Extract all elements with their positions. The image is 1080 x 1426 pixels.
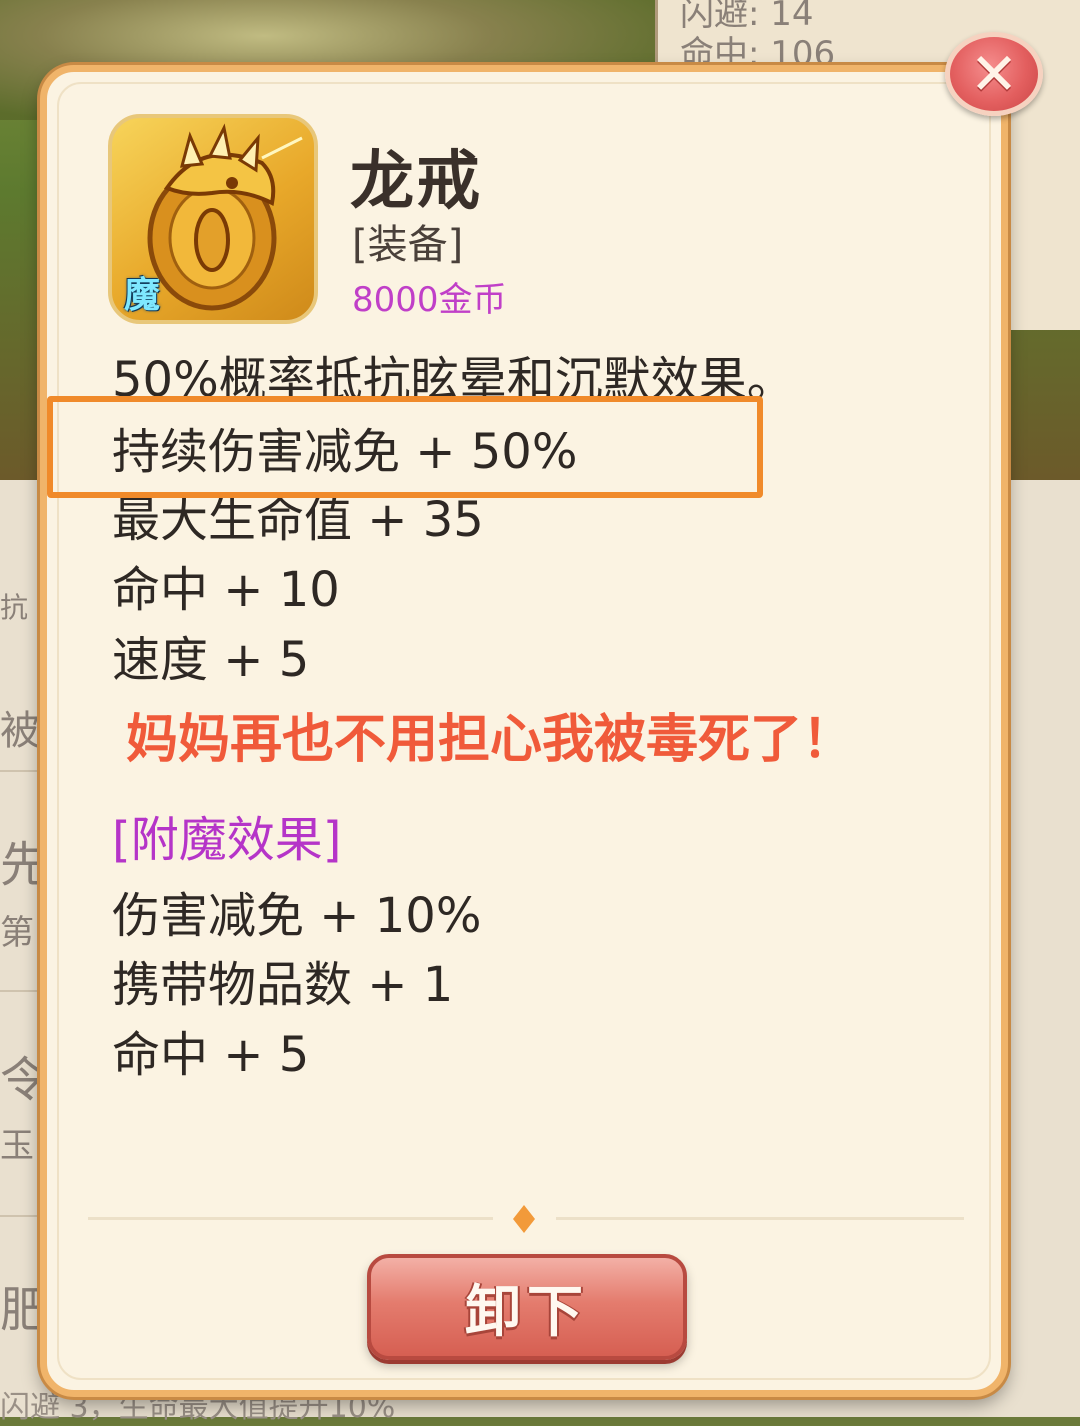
stat-line-speed: 速度 + 5	[112, 632, 310, 688]
unequip-button[interactable]: 卸下	[367, 1254, 687, 1360]
annotation-text: 妈妈再也不用担心我被毒死了！	[126, 710, 855, 770]
edge-glyph: 抗	[0, 591, 29, 624]
magic-badge: 魔	[124, 275, 161, 316]
divider-right	[556, 1217, 964, 1220]
edge-glyph: 第	[0, 913, 34, 953]
close-button[interactable]: ✕	[945, 32, 1043, 116]
unequip-button-label: 卸下	[465, 1279, 589, 1345]
item-type: [装备]	[352, 222, 464, 268]
item-name: 龙戒	[350, 145, 482, 219]
item-icon: 魔	[108, 114, 318, 324]
edge-glyph: 玉	[0, 1126, 34, 1166]
enchant-line-carry-count: 携带物品数 + 1	[112, 957, 454, 1013]
divider-left	[88, 1217, 493, 1220]
enchant-header: [附魔效果]	[112, 812, 342, 868]
enchant-line-damage-reduction: 伤害减免 + 10%	[112, 888, 482, 944]
item-price: 8000金币	[352, 280, 507, 320]
enchant-line-hit: 命中 + 5	[112, 1027, 310, 1083]
highlight-annotation-box	[47, 396, 763, 498]
stat-line-hit: 命中 + 10	[112, 562, 340, 618]
edge-glyph: 被	[0, 708, 40, 754]
close-icon: ✕	[969, 40, 1019, 108]
